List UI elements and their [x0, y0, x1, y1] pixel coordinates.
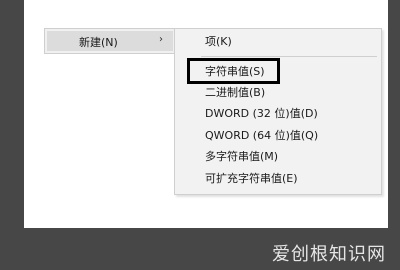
menu-item-expandable-string-value[interactable]: 可扩充字符串值(E)	[205, 172, 298, 186]
chevron-right-icon: ›	[159, 34, 163, 45]
annotation-highlight-box	[187, 58, 280, 84]
menu-separator	[201, 56, 377, 57]
menu-item-key[interactable]: 项(K)	[205, 35, 232, 49]
menu-item-multi-string-value[interactable]: 多字符串值(M)	[205, 150, 278, 164]
new-submenu: 项(K) 字符串值(S) 二进制值(B) DWORD (32 位)值(D) QW…	[174, 28, 382, 195]
context-menu: 新建(N) ›	[44, 28, 176, 54]
menu-item-binary-value[interactable]: 二进制值(B)	[205, 86, 265, 100]
menu-item-dword-value[interactable]: DWORD (32 位)值(D)	[205, 107, 318, 121]
menu-item-qword-value[interactable]: QWORD (64 位)值(Q)	[205, 129, 318, 143]
menu-item-new[interactable]: 新建(N) ›	[47, 31, 173, 51]
menu-item-new-label: 新建(N)	[79, 36, 118, 49]
watermark: 爱创根知识网	[272, 244, 386, 265]
